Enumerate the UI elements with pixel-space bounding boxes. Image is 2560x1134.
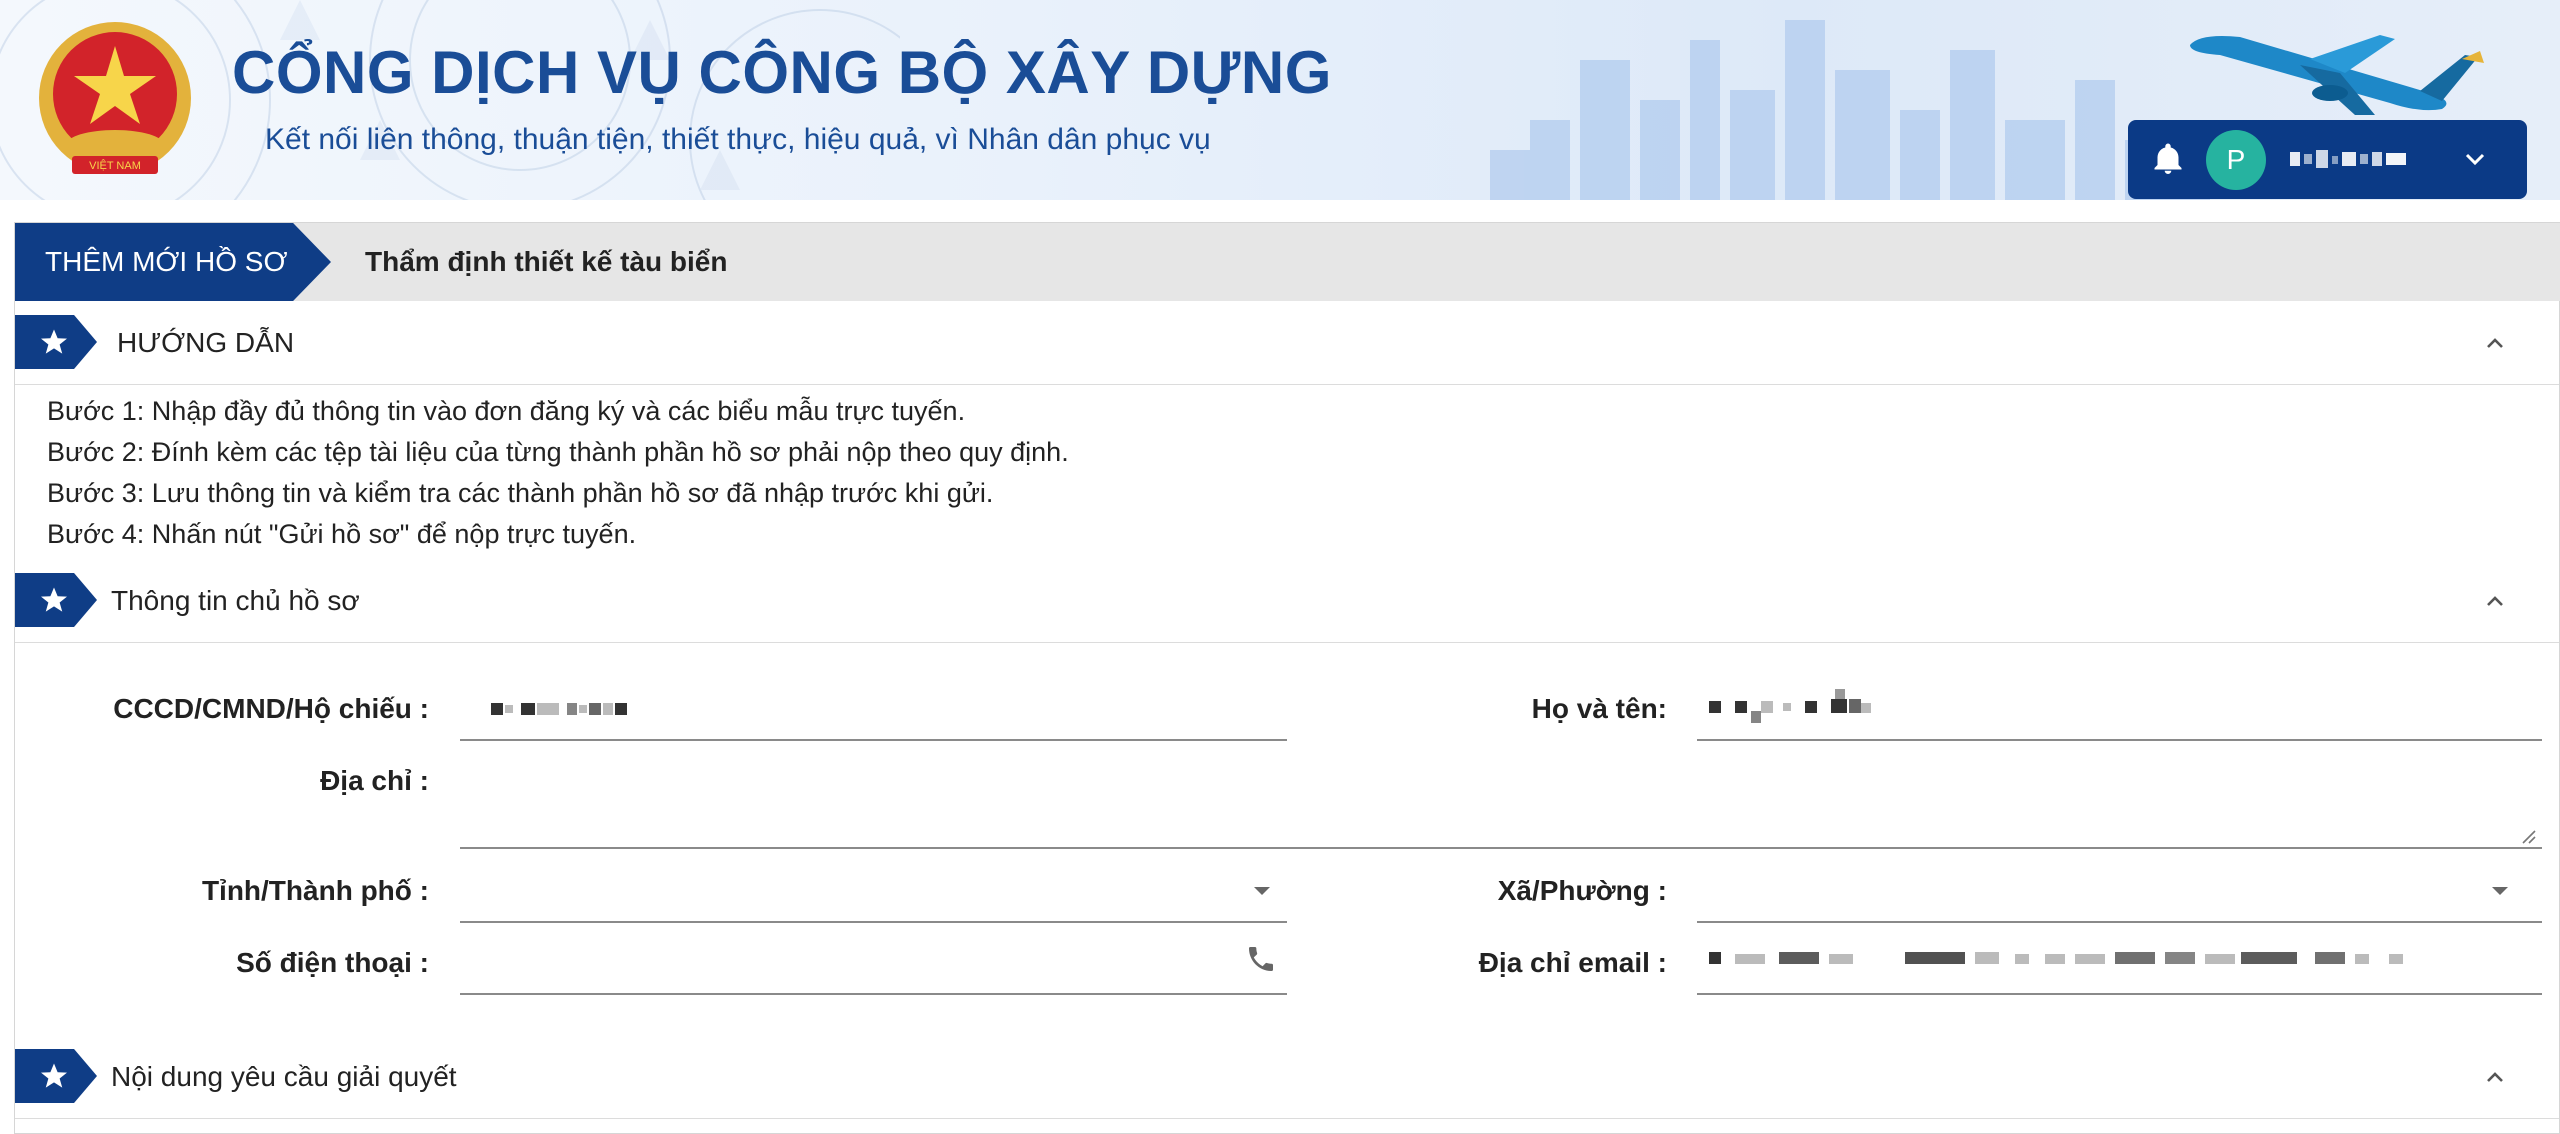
phone-input[interactable] (460, 993, 1287, 995)
request-section-header[interactable]: Nội dung yêu cầu giải quyết (15, 1035, 2559, 1119)
portal-slogan: Kết nối liên thông, thuận tiện, thiết th… (265, 123, 1211, 156)
national-emblem-logo: VIỆT NAM (39, 22, 191, 174)
full-name-label: Họ và tên: (1531, 693, 1667, 724)
chevron-down-icon[interactable] (2492, 887, 2508, 895)
guide-step: Bước 3: Lưu thông tin và kiểm tra các th… (47, 478, 994, 508)
star-badge (15, 1049, 97, 1103)
avatar[interactable]: P (2206, 130, 2266, 190)
request-title: Nội dung yêu cầu giải quyết (111, 1061, 457, 1092)
emblem-caption: VIỆT NAM (89, 159, 141, 172)
breadcrumb-add-new[interactable]: THÊM MỚI HỒ SƠ (15, 223, 331, 301)
guide-section-header[interactable]: HƯỚNG DẪN (15, 301, 2559, 385)
portal-title: CỔNG DỊCH VỤ CÔNG BỘ XÂY DỰNG (232, 39, 1332, 106)
guide-step: Bước 2: Đính kèm các tệp tài liệu của từ… (47, 437, 1069, 467)
chevron-down-icon[interactable] (2464, 150, 2486, 168)
star-badge (15, 315, 97, 369)
phone-label: Số điện thoại : (236, 947, 429, 978)
address-textarea[interactable] (460, 847, 2542, 849)
bell-icon[interactable] (2150, 140, 2186, 178)
province-select[interactable] (460, 921, 1287, 923)
email-value-blurred[interactable] (1695, 943, 2415, 973)
site-header: VIỆT NAM CỔNG DỊCH VỤ CÔNG BỘ XÂY DỰNG K… (0, 0, 2560, 200)
star-icon (41, 1063, 67, 1088)
full-name-input[interactable] (1697, 739, 2542, 741)
user-menu[interactable]: P (2128, 120, 2527, 199)
chevron-up-icon[interactable] (2483, 1065, 2507, 1089)
email-label: Địa chỉ email : (1478, 947, 1667, 978)
owner-info-title: Thông tin chủ hồ sơ (111, 585, 360, 616)
province-label: Tỉnh/Thành phố : (201, 875, 429, 906)
star-icon (41, 587, 67, 612)
ward-select[interactable] (1697, 921, 2542, 923)
breadcrumb-procedure-name: Thẩm định thiết kế tàu biển (365, 246, 728, 277)
city-skyline-decoration (1490, 20, 2210, 200)
resize-handle-icon[interactable] (2519, 827, 2537, 845)
id-number-label: CCCD/CMND/Hộ chiếu : (113, 693, 429, 724)
owner-info-section-header[interactable]: Thông tin chủ hồ sơ (15, 559, 2559, 643)
full-name-value-blurred[interactable] (1695, 685, 1915, 729)
airplane-illustration (2190, 35, 2484, 115)
guide-title: HƯỚNG DẪN (117, 327, 295, 358)
guide-step: Bước 4: Nhấn nút "Gửi hồ sơ" để nộp trực… (47, 519, 637, 549)
chevron-up-icon[interactable] (2483, 331, 2507, 355)
address-label: Địa chỉ : (320, 765, 429, 796)
breadcrumb: THÊM MỚI HỒ SƠ Thẩm định thiết kế tàu bi… (15, 223, 2560, 301)
email-input[interactable] (1697, 993, 2542, 995)
application-form-card: THÊM MỚI HỒ SƠ Thẩm định thiết kế tàu bi… (14, 222, 2560, 1134)
star-icon (41, 329, 67, 354)
id-number-value-blurred[interactable] (475, 693, 675, 723)
username-blurred[interactable] (2290, 144, 2410, 174)
id-number-input[interactable] (460, 739, 1287, 741)
guide-steps: Bước 1: Nhập đầy đủ thông tin vào đơn đă… (47, 391, 1069, 555)
guide-step: Bước 1: Nhập đầy đủ thông tin vào đơn đă… (47, 396, 966, 426)
ward-label: Xã/Phường : (1497, 875, 1667, 906)
star-badge (15, 573, 97, 627)
chevron-up-icon[interactable] (2483, 589, 2507, 613)
